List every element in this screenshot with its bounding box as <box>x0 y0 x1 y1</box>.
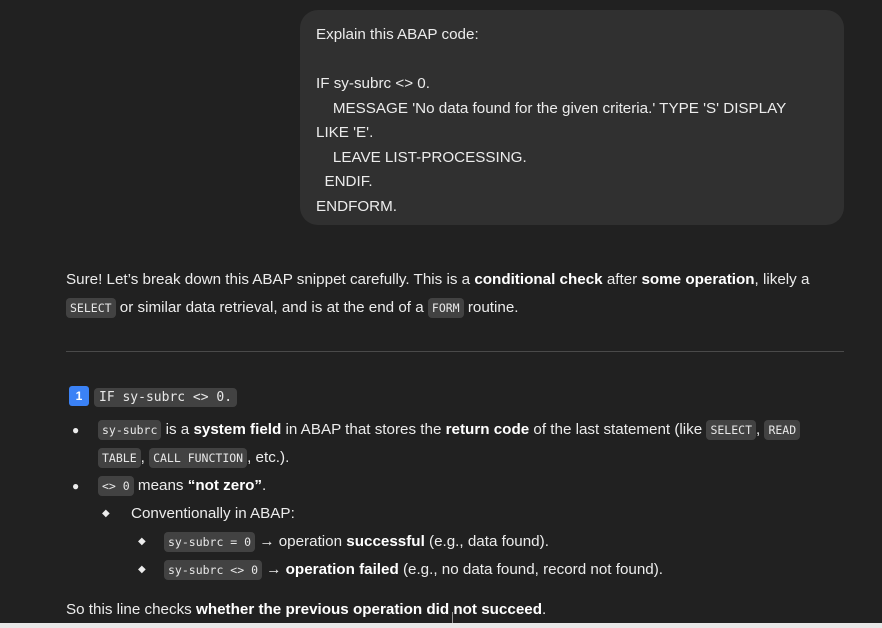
list-item: ● <> 0 means “not zero”. <box>66 472 844 500</box>
text: is a <box>161 421 194 438</box>
text: . <box>261 477 267 494</box>
text: or similar data retrieval, and is at the… <box>115 299 428 316</box>
text: → <box>262 561 286 578</box>
text: So this line checks <box>66 601 196 618</box>
bullet-icon: ◆ <box>138 564 146 575</box>
user-message-line: LEAVE LIST-PROCESSING. <box>316 148 527 166</box>
inline-code: <> 0 <box>98 476 134 496</box>
assistant-message: Sure! Let’s break down this ABAP snippet… <box>66 266 844 322</box>
inline-code: sy-subrc <> 0 <box>164 560 263 580</box>
bullet-icon: ● <box>72 423 80 437</box>
bold-text: operation failed <box>285 561 399 578</box>
text: (e.g., no data found, record not found). <box>398 561 664 578</box>
number-badge: 1 <box>69 386 89 406</box>
inline-code: READ <box>764 420 801 440</box>
section-1: 1 IF sy-subrc <> 0. ● sy-subrc is a syste… <box>66 386 844 584</box>
text: . <box>542 601 547 618</box>
user-message-line: IF sy-subrc <> 0. <box>316 75 430 92</box>
user-message-line <box>316 48 828 73</box>
bold-text: “not zero” <box>187 477 262 494</box>
text: means <box>133 477 188 494</box>
bullet-icon: ◆ <box>138 536 146 547</box>
text: , <box>140 449 150 466</box>
list-item: ● sy-subrc is a system field in ABAP tha… <box>66 416 844 444</box>
text: Sure! Let’s break down this ABAP snippet… <box>66 271 475 288</box>
scroll-cursor-icon <box>452 612 459 623</box>
inline-code: sy-subrc = 0 <box>164 532 256 552</box>
list-item-nested: ◆ Conventionally in ABAP: <box>66 500 844 528</box>
divider <box>66 351 844 352</box>
bullet-icon: ◆ <box>102 508 110 519</box>
chat-page: Explain this ABAP code: IF sy-subrc <> 0… <box>0 0 882 628</box>
user-message-line: MESSAGE 'No data found for the given cri… <box>316 99 787 117</box>
bold-text: return code <box>445 421 530 438</box>
text: (e.g., data found). <box>424 533 549 550</box>
inline-code: TABLE <box>98 448 141 468</box>
inline-code: FORM <box>427 298 464 318</box>
bold-text: whether the previous operation did not s… <box>196 601 542 618</box>
text: , etc.). <box>247 449 290 466</box>
bottom-edge <box>0 623 882 628</box>
bold-text: conditional check <box>474 271 603 288</box>
user-message-line: LIKE 'E'. <box>316 124 374 141</box>
bullet-icon: ● <box>72 479 80 493</box>
user-message-line: ENDIF. <box>316 173 373 190</box>
inline-code: SELECT <box>706 420 756 440</box>
bold-text: successful <box>346 533 425 550</box>
list-item-continuation: TABLE, CALL FUNCTION, etc.). <box>66 444 844 472</box>
list-item-nested: ◆ sy-subrc = 0 → operation successful (e… <box>66 528 844 556</box>
inline-code: CALL FUNCTION <box>149 448 248 468</box>
bold-text: system field <box>193 421 282 438</box>
inline-code: SELECT <box>66 298 116 318</box>
list-item-nested: ◆ sy-subrc <> 0 → operation failed (e.g.… <box>66 556 844 584</box>
text: routine. <box>463 299 519 316</box>
inline-code: sy-subrc <box>98 420 162 440</box>
user-message-line: Explain this ABAP code: <box>316 26 479 43</box>
user-message-line: ENDFORM. <box>316 197 397 215</box>
text: → operation <box>255 533 347 550</box>
bold-text: some operation <box>641 271 755 288</box>
text: after <box>602 271 642 288</box>
text: Conventionally in ABAP: <box>131 505 295 522</box>
text: , likely a <box>754 271 810 288</box>
intro-paragraph: Sure! Let’s break down this ABAP snippet… <box>66 266 844 322</box>
text: in ABAP that stores the <box>281 421 446 438</box>
text: of the last statement (like <box>529 421 707 438</box>
user-message-bubble: Explain this ABAP code: IF sy-subrc <> 0… <box>300 10 844 225</box>
heading-code: IF sy-subrc <> 0. <box>94 388 238 407</box>
section-heading: 1 IF sy-subrc <> 0. <box>66 386 844 410</box>
